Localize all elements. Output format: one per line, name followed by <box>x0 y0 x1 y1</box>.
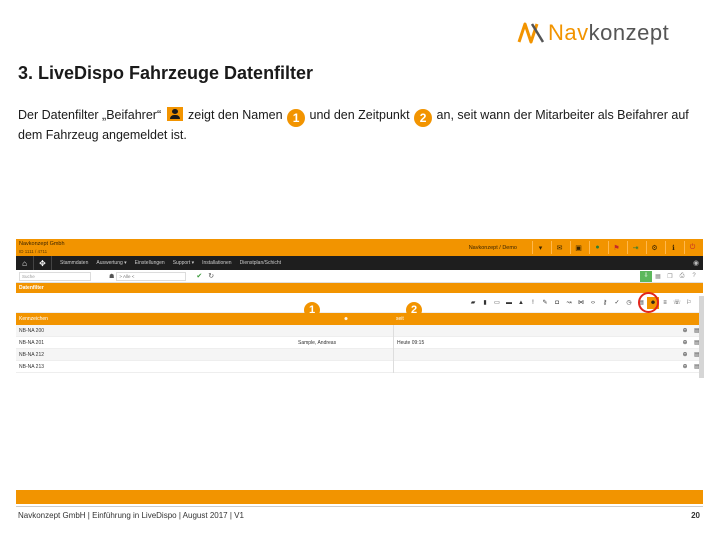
footer-divider <box>16 506 703 507</box>
plate-cell: NB-NA 201 <box>19 339 45 346</box>
slide-title: 3. LiveDispo Fahrzeuge Datenfilter <box>18 63 314 83</box>
locate-icon[interactable]: ⊕ <box>679 339 691 346</box>
menu-icon[interactable]: ▾ <box>532 241 548 254</box>
menu-auswertung[interactable]: Auswertung ▾ <box>96 260 126 266</box>
logo-mark-icon <box>517 22 545 44</box>
table-header: Kennzeichen ☻ seit <box>16 313 703 325</box>
tire-icon[interactable]: ◘ <box>551 297 563 309</box>
menu-stammdaten[interactable]: Stammdaten <box>60 260 88 266</box>
group-select[interactable]: > Alle < <box>116 271 187 281</box>
plate-cell: NB-NA 200 <box>19 327 45 334</box>
menu-dienstplan[interactable]: Dienstplan/Schicht <box>240 260 281 266</box>
flag-icon[interactable]: ⚑ <box>608 241 624 254</box>
livedispo-app-screenshot: Navkonzept Gmbh ID 1111 / 4711 Navkonzep… <box>16 239 704 384</box>
menu-support[interactable]: Support ▾ <box>173 260 194 266</box>
tools-icon[interactable]: ✥ <box>34 256 52 270</box>
phone-icon[interactable]: ☏ <box>671 297 683 309</box>
plate-cell: NB-NA 213 <box>19 363 45 370</box>
app-top-bar: Navkonzept Gmbh ID 1111 / 4711 Navkonzep… <box>16 239 703 256</box>
slide-description: Der Datenfilter „Beifahrer“ zeigt den Na… <box>18 107 708 144</box>
user-column-icon: ☻ <box>343 316 349 322</box>
plate-cell: NB-NA 212 <box>19 351 45 358</box>
menu-installationen[interactable]: Installationen <box>202 260 231 266</box>
marker-badge-2: 2 <box>414 109 433 127</box>
code-icon[interactable]: ‹› <box>587 297 599 309</box>
truck-icon[interactable]: ▰ <box>467 297 479 309</box>
marker-badge-1: 1 <box>287 109 306 127</box>
footer-text: Navkonzept GmbH | Einführung in LiveDisp… <box>18 511 244 520</box>
bus-icon[interactable]: ▭ <box>491 297 503 309</box>
navkonzept-logo: Navkonzept <box>516 18 706 48</box>
locate-icon[interactable]: ⊕ <box>679 363 691 370</box>
desc-text-3: und den Zeitpunkt <box>306 108 414 122</box>
column-header-beifahrer[interactable]: ☻ <box>298 316 394 322</box>
beifahrer-name-cell <box>298 324 394 337</box>
column-header-seit[interactable]: seit <box>394 316 703 322</box>
car-icon[interactable]: ▣ <box>570 241 586 254</box>
wrench-icon[interactable]: ✎ <box>539 297 551 309</box>
connection-icon[interactable]: ⋈ <box>575 297 587 309</box>
home-icon[interactable]: ⌂ <box>16 256 34 270</box>
status-green-icon[interactable]: ● <box>589 241 605 254</box>
table-row[interactable]: NB-NA 200 ⊕ ▤ <box>16 324 703 337</box>
check-icon[interactable]: ✓ <box>611 297 623 309</box>
help-icon[interactable]: ? <box>688 273 700 279</box>
beifahrer-name-cell: Sample, Andreas <box>298 336 394 349</box>
power-icon[interactable]: ⏻ <box>684 241 700 254</box>
login-icon[interactable]: ⇥ <box>627 241 643 254</box>
export-icon[interactable]: ⇩ <box>640 270 652 282</box>
app-nav-bar: ⌂ ✥ Stammdaten Auswertung ▾ Einstellunge… <box>16 256 703 270</box>
clock-icon[interactable]: ◷ <box>623 297 635 309</box>
highlight-circle <box>638 292 659 313</box>
route-icon[interactable]: ↝ <box>563 297 575 309</box>
van-icon[interactable]: ▬ <box>503 297 515 309</box>
group-icon: ☗ <box>109 273 115 280</box>
app-brand: Navkonzept Gmbh ID 1111 / 4711 <box>19 240 65 254</box>
temperature-icon[interactable]: ǃ <box>527 297 539 309</box>
print-icon[interactable]: ⎙ <box>676 273 688 280</box>
message-icon[interactable]: ✉ <box>551 241 567 254</box>
settings-icon[interactable]: ⚙ <box>646 241 662 254</box>
info-icon[interactable]: ℹ <box>665 241 681 254</box>
apply-check-icon[interactable]: ✔ <box>196 272 202 280</box>
footer-accent-bar <box>16 490 703 504</box>
flag-filter-icon[interactable]: ⚐ <box>683 297 695 309</box>
section-title-datenfilter: Datenfilter <box>16 283 703 293</box>
beifahrer-user-icon <box>166 107 183 121</box>
table-row[interactable]: NB-NA 201 Sample, Andreas Heute 09:15 ⊕ … <box>16 336 703 349</box>
beifahrer-name-cell <box>298 348 394 361</box>
menu-einstellungen[interactable]: Einstellungen <box>135 260 165 266</box>
beifahrer-name-cell <box>298 360 394 373</box>
search-input[interactable]: Suche <box>19 271 91 281</box>
app-user-label: Navkonzept / Demo <box>468 244 517 251</box>
app-filter-toolbar: Suche ☗ > Alle < ✔ ↻ ⇩ ▦ ❐ ⎙ ? <box>16 270 703 283</box>
locate-icon[interactable]: ⊕ <box>679 351 691 358</box>
warning-icon[interactable]: ▲ <box>515 297 527 309</box>
table-row[interactable]: NB-NA 213 ⊕ ▤ <box>16 360 703 373</box>
desc-text-2: zeigt den Namen <box>184 108 287 122</box>
datenfilter-icon-row: ▰ ▮ ▭ ▬ ▲ ǃ ✎ ◘ ↝ ⋈ ‹› ⚷ ✓ ◷ ▤ ☻ ≡ ☏ ⚐ <box>16 292 703 313</box>
column-header-kennzeichen[interactable]: Kennzeichen <box>16 316 298 322</box>
refresh-icon[interactable]: ↻ <box>208 272 214 280</box>
pin-icon[interactable]: ◉ <box>689 259 703 267</box>
trailer-icon[interactable]: ▮ <box>479 297 491 309</box>
since-cell: Heute 09:15 <box>397 339 425 346</box>
document-icon[interactable]: ≡ <box>659 297 671 309</box>
table-row[interactable]: NB-NA 212 ⊕ ▤ <box>16 348 703 361</box>
grid-icon[interactable]: ▦ <box>652 273 664 280</box>
desc-text-1: Der Datenfilter „Beifahrer“ <box>18 108 165 122</box>
page-number: 20 <box>691 511 700 520</box>
locate-icon[interactable]: ⊕ <box>679 327 691 334</box>
copy-icon[interactable]: ❐ <box>664 273 676 280</box>
key-icon[interactable]: ⚷ <box>599 297 611 309</box>
vertical-scrollbar[interactable] <box>699 296 704 378</box>
logo-text: Navkonzept <box>548 20 670 45</box>
filter-icons: ▰ ▮ ▭ ▬ ▲ ǃ ✎ ◘ ↝ ⋈ ‹› ⚷ ✓ ◷ ▤ ☻ ≡ ☏ ⚐ <box>467 297 695 309</box>
vehicle-table-body: NB-NA 200 ⊕ ▤ NB-NA 201 Sample, Andreas … <box>16 324 703 373</box>
